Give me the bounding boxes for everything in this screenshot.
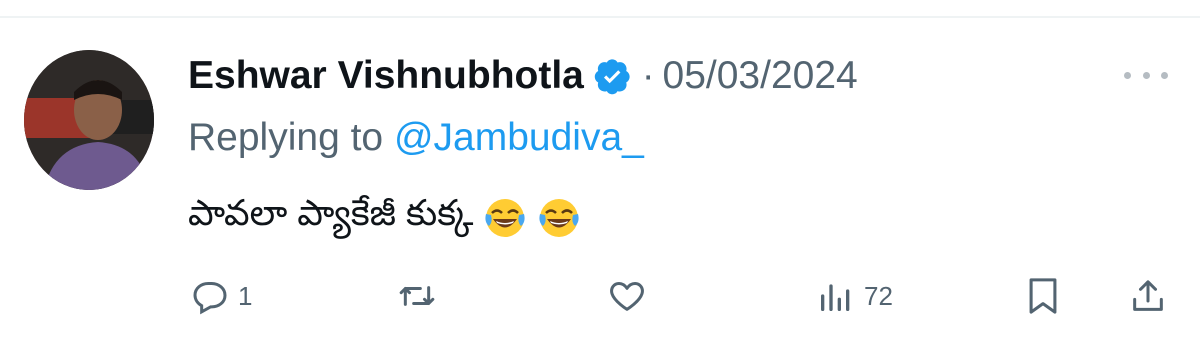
bookmark-icon: [1026, 275, 1060, 317]
reply-handle-link[interactable]: @Jambudiva_: [394, 116, 644, 159]
reply-button[interactable]: 1: [190, 268, 252, 324]
separator-dot: ·: [641, 54, 655, 97]
retweet-icon: [396, 276, 438, 316]
tears-of-joy-emoji-icon: [537, 196, 581, 240]
tears-of-joy-emoji-icon: [483, 196, 527, 240]
like-icon: [606, 276, 648, 316]
replying-to-label: Replying to: [188, 116, 394, 159]
views-count: 72: [864, 280, 893, 311]
avatar[interactable]: [24, 50, 154, 190]
like-button[interactable]: [606, 268, 648, 324]
tweet-text: పావలా ప్యాకేజీ కుక్క: [188, 192, 581, 243]
reply-icon: [190, 276, 230, 316]
share-button[interactable]: [1128, 268, 1168, 324]
replying-to: Replying to @Jambudiva_: [188, 116, 644, 160]
bookmark-button[interactable]: [1026, 268, 1060, 324]
more-dot: [1161, 71, 1168, 79]
tweet-date[interactable]: 05/03/2024: [663, 54, 858, 98]
retweet-button[interactable]: [396, 268, 438, 324]
views-icon: [816, 276, 856, 316]
tweet-header: Eshwar Vishnubhotla · 05/03/2024: [188, 46, 858, 106]
views-button[interactable]: 72: [816, 268, 893, 324]
more-options-icon[interactable]: [1118, 60, 1174, 90]
reply-count: 1: [238, 280, 253, 311]
top-divider: [0, 16, 1200, 18]
author-name[interactable]: Eshwar Vishnubhotla: [188, 54, 584, 98]
more-dot: [1124, 71, 1131, 79]
verified-badge-icon: [594, 57, 632, 95]
more-dot: [1142, 71, 1150, 79]
share-icon: [1128, 275, 1168, 317]
tweet-text-content: పావలా ప్యాకేజీ కుక్క: [188, 192, 474, 233]
action-bar: 1 72: [0, 268, 1200, 324]
